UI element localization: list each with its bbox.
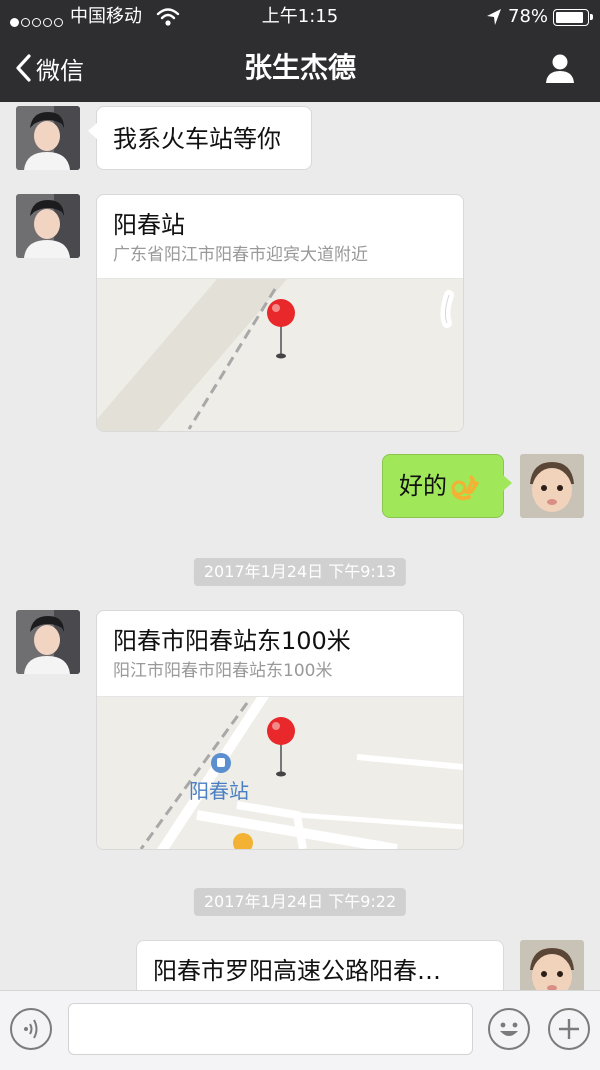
location-title: 阳春市罗阳高速公路阳春… xyxy=(153,957,441,985)
emoji-button[interactable] xyxy=(488,1008,530,1050)
voice-button[interactable] xyxy=(10,1008,52,1050)
timestamp-divider: 2017年1月24日 下午9:22 xyxy=(193,888,407,916)
outgoing-location-card[interactable]: 阳春市罗阳高速公路阳春… xyxy=(136,940,504,990)
location-map[interactable] xyxy=(97,278,463,431)
location-title: 阳春市阳春站东100米 xyxy=(113,627,351,655)
station-icon xyxy=(211,753,231,773)
plus-icon xyxy=(559,1019,579,1039)
status-bar: 中国移动 上午1:15 78% xyxy=(0,0,600,34)
top-bar: 中国移动 上午1:15 78% 微信 张生杰德 xyxy=(0,0,600,102)
location-map[interactable]: 阳春站 xyxy=(97,696,463,849)
voice-icon xyxy=(24,1019,38,1039)
message-row: 阳春站 广东省阳江市阳春市迎宾大道附近 xyxy=(0,192,600,432)
map-station-label: 阳春站 xyxy=(189,779,249,803)
incoming-location-card[interactable]: 阳春站 广东省阳江市阳春市迎宾大道附近 xyxy=(96,194,464,432)
page-title: 张生杰德 xyxy=(243,51,356,84)
contact-avatar[interactable] xyxy=(16,194,80,258)
message-row: 我系火车站等你 xyxy=(0,102,600,182)
navigation-bar: 微信 张生杰德 xyxy=(0,34,600,102)
location-address: 阳江市阳春市阳春站东100米 xyxy=(113,661,333,681)
contact-avatar[interactable] xyxy=(16,610,80,674)
contact-avatar[interactable] xyxy=(16,106,80,170)
incoming-text-bubble[interactable]: 我系火车站等你 xyxy=(88,106,312,170)
message-row: 阳春市罗阳高速公路阳春… xyxy=(0,940,600,990)
person-icon[interactable] xyxy=(544,52,576,84)
message-row: 阳春市阳春站东100米 阳江市阳春市阳春站东100米 阳春站 xyxy=(0,608,600,850)
message-text: 好的 xyxy=(399,472,447,500)
input-bar xyxy=(0,990,600,1070)
my-avatar[interactable] xyxy=(520,940,584,990)
emoji-icon xyxy=(500,1022,518,1036)
outgoing-text-bubble[interactable]: 好的 xyxy=(382,454,512,518)
battery-percentage: 78% xyxy=(508,6,549,27)
message-text: 我系火车站等你 xyxy=(113,125,281,153)
battery-icon xyxy=(553,9,593,26)
incoming-location-card[interactable]: 阳春市阳春站东100米 阳江市阳春市阳春站东100米 阳春站 xyxy=(96,610,464,850)
message-input[interactable] xyxy=(68,1003,473,1055)
location-arrow-icon xyxy=(487,9,501,25)
location-address: 广东省阳江市阳春市迎宾大道附近 xyxy=(113,245,368,265)
location-title: 阳春站 xyxy=(113,211,185,239)
more-button[interactable] xyxy=(548,1008,590,1050)
my-avatar[interactable] xyxy=(520,454,584,518)
message-row: 好的 xyxy=(0,452,600,532)
ok-hand-emoji xyxy=(451,475,479,501)
chat-area[interactable]: 我系火车站等你 阳春站 广东省阳江市阳春市迎宾大道附近 好的 2017年1月24… xyxy=(0,102,600,990)
timestamp-divider: 2017年1月24日 下午9:13 xyxy=(193,558,407,586)
